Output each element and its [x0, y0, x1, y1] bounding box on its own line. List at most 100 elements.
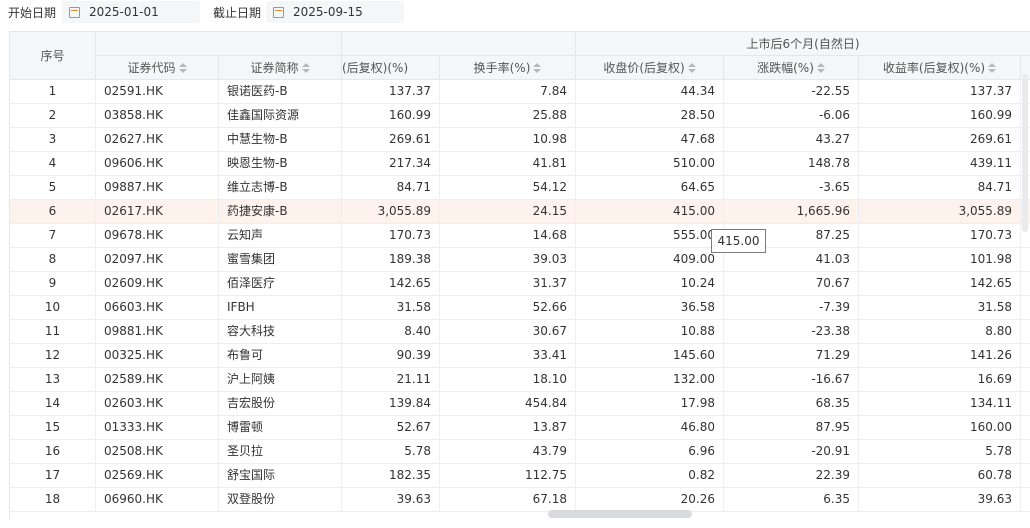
- table-row[interactable]: 9 02609.HK 佰泽医疗 142.65 31.37 10.24 70.67 142.65: [10, 272, 1030, 296]
- cell-name: 中慧生物-B: [219, 128, 342, 152]
- sort-icon[interactable]: [687, 62, 696, 73]
- cell-turnover: 67.18: [440, 488, 576, 512]
- horizontal-scrollbar[interactable]: [548, 510, 692, 518]
- end-date-label: 截止日期: [213, 6, 262, 20]
- cell-name: 佰泽医疗: [219, 272, 342, 296]
- cell-seq: 3: [10, 128, 96, 152]
- cell-ret: 8.80: [859, 320, 1021, 344]
- cell-code: 02508.HK: [96, 440, 219, 464]
- column-header-name[interactable]: 证券简称: [219, 56, 342, 80]
- cell-ret: 439.11: [859, 152, 1021, 176]
- sort-icon[interactable]: [533, 62, 542, 73]
- cell-overflow: [1021, 440, 1030, 464]
- table-row[interactable]: 4 09606.HK 映恩生物-B 217.34 41.81 510.00 148.78 43…: [10, 152, 1030, 176]
- cell-ret-partial: 170.73: [342, 224, 440, 248]
- column-header-code[interactable]: 证券代码: [96, 56, 219, 80]
- table-row[interactable]: 6 02617.HK 药捷安康-B 3,055.89 24.15 415.00 1,665.…: [10, 200, 1030, 224]
- cell-change: 22.39: [724, 464, 859, 488]
- column-header-close[interactable]: 收盘价(后复权): [576, 56, 724, 80]
- end-date-picker[interactable]: 2025-09-15: [266, 1, 404, 23]
- cell-code: 02589.HK: [96, 368, 219, 392]
- cell-overflow: [1021, 272, 1030, 296]
- cell-turnover: 39.03: [440, 248, 576, 272]
- table-row[interactable]: 3 02627.HK 中慧生物-B 269.61 10.98 47.68 43.27 269.…: [10, 128, 1030, 152]
- start-date-picker[interactable]: 2025-01-01: [62, 1, 200, 23]
- column-header-change-label: 涨跌幅(%): [757, 61, 814, 75]
- cell-close: 10.24: [576, 272, 724, 296]
- cell-overflow: [1021, 488, 1030, 512]
- cell-seq: 16: [10, 440, 96, 464]
- cell-ret: 60.78: [859, 464, 1021, 488]
- end-date-value: 2025-09-15: [293, 5, 363, 19]
- cell-code: 06960.HK: [96, 488, 219, 512]
- cell-code: 01333.HK: [96, 416, 219, 440]
- cell-ret-partial: 142.65: [342, 272, 440, 296]
- column-header-ret-partial[interactable]: (后复权)(%): [342, 56, 440, 80]
- cell-code: 02603.HK: [96, 392, 219, 416]
- cell-code: 02609.HK: [96, 272, 219, 296]
- cell-name: 药捷安康-B: [219, 200, 342, 224]
- cell-overflow: [1021, 248, 1030, 272]
- cell-seq: 14: [10, 392, 96, 416]
- cell-name: 维立志博-B: [219, 176, 342, 200]
- cell-seq: 11: [10, 320, 96, 344]
- cell-turnover: 30.67: [440, 320, 576, 344]
- table-row[interactable]: 2 03858.HK 佳鑫国际资源 160.99 25.88 28.50 -6.06 160.…: [10, 104, 1030, 128]
- table-row[interactable]: 10 06603.HK IFBH 31.58 52.66 36.58 -7.39 31.58: [10, 296, 1030, 320]
- cell-seq: 8: [10, 248, 96, 272]
- cell-change: -20.91: [724, 440, 859, 464]
- cell-code: 02627.HK: [96, 128, 219, 152]
- vertical-scrollbar[interactable]: [1022, 74, 1028, 232]
- sort-icon[interactable]: [301, 62, 310, 73]
- cell-close: 145.60: [576, 344, 724, 368]
- table-row[interactable]: 16 02508.HK 圣贝拉 5.78 43.79 6.96 -20.91 5.78: [10, 440, 1030, 464]
- cell-change: -7.39: [724, 296, 859, 320]
- cell-code: 09881.HK: [96, 320, 219, 344]
- header-group-after-listing: 上市后6个月(自然日): [576, 32, 1030, 56]
- cell-name: 沪上阿姨: [219, 368, 342, 392]
- column-header-seq-label: 序号: [40, 49, 65, 63]
- table-row[interactable]: 14 02603.HK 吉宏股份 139.84 454.84 17.98 68.35 134.…: [10, 392, 1030, 416]
- cell-name: 容大科技: [219, 320, 342, 344]
- cell-close: 10.88: [576, 320, 724, 344]
- cell-close: 415.00: [576, 200, 724, 224]
- sort-icon[interactable]: [988, 62, 997, 73]
- cell-code: 02097.HK: [96, 248, 219, 272]
- table-row[interactable]: 18 06960.HK 双登股份 39.63 67.18 20.26 6.35 39.63: [10, 488, 1030, 512]
- cell-ret: 84.71: [859, 176, 1021, 200]
- cell-change: -3.65: [724, 176, 859, 200]
- sort-icon[interactable]: [178, 62, 187, 73]
- cell-ret: 16.69: [859, 368, 1021, 392]
- cell-code: 03858.HK: [96, 104, 219, 128]
- cell-ret-partial: 39.63: [342, 488, 440, 512]
- cell-ret: 31.58: [859, 296, 1021, 320]
- table-row[interactable]: 5 09887.HK 维立志博-B 84.71 54.12 64.65 -3.65 84.71: [10, 176, 1030, 200]
- calendar-icon: [69, 6, 80, 18]
- column-header-change[interactable]: 涨跌幅(%): [724, 56, 859, 80]
- cell-seq: 9: [10, 272, 96, 296]
- cell-ret: 101.98: [859, 248, 1021, 272]
- table-row[interactable]: 7 09678.HK 云知声 170.73 14.68 555.00 87.25 170.73: [10, 224, 1030, 248]
- table-row[interactable]: 12 00325.HK 布鲁可 90.39 33.41 145.60 71.29 141.26: [10, 344, 1030, 368]
- column-header-close-label: 收盘价(后复权): [603, 61, 685, 75]
- cell-ret-partial: 5.78: [342, 440, 440, 464]
- cell-close: 64.65: [576, 176, 724, 200]
- column-header-seq[interactable]: 序号: [10, 32, 96, 80]
- cell-seq: 13: [10, 368, 96, 392]
- table-row[interactable]: 1 02591.HK 银诺医药-B 137.37 7.84 44.34 -22.55 137.…: [10, 80, 1030, 104]
- cell-close: 36.58: [576, 296, 724, 320]
- column-header-code-label: 证券代码: [127, 61, 176, 75]
- ipo-performance-table: 序号 上市后6个月(自然日) 证券代码 证券简称 (后复权)(%) 换手率(%)…: [9, 31, 1030, 519]
- table-row[interactable]: 11 09881.HK 容大科技 8.40 30.67 10.88 -23.38 8.80: [10, 320, 1030, 344]
- column-header-turnover[interactable]: 换手率(%): [440, 56, 576, 80]
- table-row[interactable]: 15 01333.HK 博雷顿 52.67 13.87 46.80 87.95 160.00: [10, 416, 1030, 440]
- table-row[interactable]: 13 02589.HK 沪上阿姨 21.11 18.10 132.00 -16.67 16.6…: [10, 368, 1030, 392]
- column-header-ret[interactable]: 收益率(后复权)(%): [859, 56, 1021, 80]
- cell-ret-partial: 3,055.89: [342, 200, 440, 224]
- header-group-blank-mid: [342, 32, 576, 56]
- sort-icon[interactable]: [816, 62, 825, 73]
- table-row[interactable]: 17 02569.HK 舒宝国际 182.35 112.75 0.82 22.39 60.78: [10, 464, 1030, 488]
- table-row[interactable]: 8 02097.HK 蜜雪集团 189.38 39.03 409.00 41.03 101.9…: [10, 248, 1030, 272]
- cell-name: 博雷顿: [219, 416, 342, 440]
- cell-ret: 142.65: [859, 272, 1021, 296]
